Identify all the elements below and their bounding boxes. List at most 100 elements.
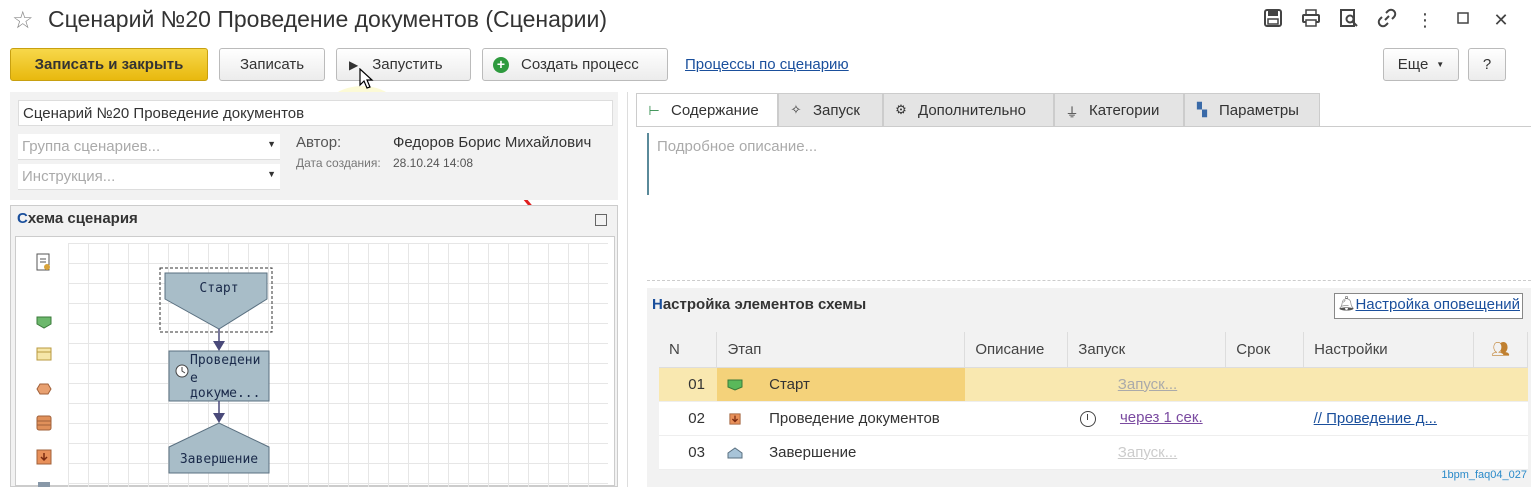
table-row[interactable]: 02 Проведение документов через 1 сек. //…	[659, 401, 1528, 436]
schema-elements-settings-panel: Настройка элементов схемы 🔔︎ Настройка о…	[647, 288, 1531, 487]
row-settings[interactable]	[1303, 435, 1474, 470]
save-button[interactable]: Записать	[219, 48, 325, 81]
row-launch[interactable]: Запуск...	[1067, 367, 1226, 402]
row-term[interactable]	[1225, 401, 1304, 436]
col-launch[interactable]: Запуск	[1067, 332, 1227, 368]
users-icon: 👥︎	[1490, 341, 1511, 359]
table-row[interactable]: 03 Завершение Запуск...	[659, 435, 1528, 470]
run-button-label: Запустить	[372, 56, 443, 73]
start-shape-icon[interactable]	[36, 315, 52, 329]
row-description[interactable]	[964, 367, 1068, 402]
row-participants[interactable]	[1473, 435, 1528, 470]
process-shape-icon	[729, 412, 741, 425]
notification-settings-button[interactable]: 🔔︎ Настройка оповещений	[1334, 293, 1523, 319]
table-header-row: N Этап Описание Запуск Срок Настройки 👥︎	[659, 332, 1528, 368]
favorite-star-icon[interactable]: ☆	[12, 6, 34, 35]
watermark: 1bpm_faq04_027	[1441, 469, 1527, 481]
more-menu-icon[interactable]: ⋮	[1413, 8, 1437, 32]
link-icon[interactable]	[1375, 8, 1399, 32]
run-button[interactable]: ▶ Запустить	[336, 48, 471, 81]
task-shape-icon[interactable]	[36, 347, 52, 361]
funnel-icon: ⏚	[1065, 105, 1079, 120]
schema-title-rest: хема сценария	[27, 210, 138, 227]
scenario-header-panel: Сценарий №20 Проведение документов Групп…	[10, 92, 618, 200]
schema-title-first-letter: С	[17, 210, 28, 227]
print-icon[interactable]	[1299, 8, 1323, 32]
blocks-icon: ▚	[1197, 102, 1207, 117]
col-description[interactable]: Описание	[964, 332, 1069, 368]
row-launch[interactable]: Запуск...	[1067, 435, 1226, 470]
row-settings[interactable]: // Проведение д...	[1303, 401, 1474, 436]
creation-date-value: 28.10.24 14:08	[393, 156, 474, 170]
create-process-button[interactable]: + Создать процесс	[482, 48, 668, 81]
tab-parameters[interactable]: ▚ Параметры	[1184, 93, 1320, 126]
col-n[interactable]: N	[659, 332, 718, 368]
row-participants[interactable]	[1473, 401, 1528, 436]
tab-underline	[636, 126, 1531, 127]
row-settings[interactable]	[1303, 367, 1474, 402]
settings-title-first-letter: Н	[652, 296, 663, 313]
chevron-down-icon: ▼	[1436, 60, 1445, 69]
command-bar: Записать и закрыть Записать ▶ Запустить …	[0, 46, 1533, 211]
row-number: 03	[659, 435, 717, 470]
wand-icon: ✧	[790, 102, 802, 117]
more-button[interactable]: Еще ▼	[1383, 48, 1459, 81]
save-and-close-button[interactable]: Записать и закрыть	[10, 48, 208, 81]
save-disk-icon[interactable]	[1261, 8, 1285, 32]
row-term[interactable]	[1225, 367, 1304, 402]
row-term[interactable]	[1225, 435, 1304, 470]
properties-icon[interactable]	[36, 253, 52, 273]
node-start-label[interactable]: Старт	[186, 281, 252, 296]
dropdown-arrow-icon[interactable]: ▼	[267, 139, 276, 149]
node-doc-label-line1[interactable]: Проведени	[190, 353, 266, 368]
node-end-label[interactable]: Завершение	[169, 452, 269, 467]
window-title: Сценарий №20 Проведение документов (Сцен…	[48, 6, 608, 32]
stack-shape-icon[interactable]	[36, 415, 52, 431]
schema-canvas[interactable]: Старт Проведени е докуме... Завершение	[15, 236, 615, 487]
close-icon[interactable]: ✕	[1489, 8, 1513, 32]
splitter[interactable]	[647, 280, 1531, 281]
row-launch-link[interactable]: Запуск...	[1118, 444, 1177, 461]
row-description[interactable]	[964, 401, 1068, 436]
row-description[interactable]	[964, 435, 1068, 470]
condition-shape-icon[interactable]	[36, 383, 52, 395]
tab-launch-label: Запуск	[813, 101, 860, 119]
scenario-name-field[interactable]: Сценарий №20 Проведение документов	[18, 100, 613, 126]
scenario-group-field[interactable]: Группа сценариев... ▼	[18, 134, 280, 160]
tab-additional[interactable]: ⚙ Дополнительно	[883, 93, 1054, 126]
row-participants[interactable]	[1473, 367, 1528, 402]
help-button[interactable]: ?	[1468, 48, 1506, 81]
processes-by-scenario-link[interactable]: Процессы по сценарию	[685, 56, 849, 73]
tab-content[interactable]: ⊢ Содержание	[636, 93, 778, 127]
detailed-description-field[interactable]: Подробное описание...	[647, 133, 1527, 195]
panel-divider[interactable]	[627, 92, 628, 487]
tab-launch[interactable]: ✧ Запуск	[778, 93, 883, 126]
mouse-cursor-icon	[359, 68, 374, 89]
more-shapes-icon[interactable]	[36, 481, 52, 487]
row-settings-link[interactable]: // Проведение д...	[1314, 410, 1437, 427]
maximize-icon[interactable]	[1451, 8, 1475, 32]
window-controls: ⋮ ✕	[1261, 8, 1513, 32]
col-settings[interactable]: Настройки	[1303, 332, 1475, 368]
row-launch[interactable]: через 1 сек.	[1067, 401, 1226, 436]
table-row[interactable]: 01 Старт Запуск...	[659, 367, 1528, 402]
tab-content-label: Содержание	[671, 102, 759, 119]
tab-categories[interactable]: ⏚ Категории	[1054, 93, 1184, 126]
process-shape-icon[interactable]	[36, 449, 52, 465]
col-stage[interactable]: Этап	[716, 332, 966, 368]
end-shape-icon	[727, 446, 743, 459]
dropdown-arrow-icon[interactable]: ▼	[267, 169, 276, 179]
expand-icon[interactable]	[595, 214, 607, 226]
row-stage: Старт	[716, 367, 965, 402]
instruction-field[interactable]: Инструкция... ▼	[18, 164, 280, 190]
row-launch-link[interactable]: Запуск...	[1118, 376, 1177, 393]
schema-grid[interactable]: Старт Проведени е докуме... Завершение	[68, 243, 608, 487]
preview-icon[interactable]	[1337, 8, 1361, 32]
notification-settings-label: Настройка оповещений	[1355, 296, 1520, 313]
row-stage-label: Проведение документов	[769, 409, 940, 427]
node-doc-label-line2[interactable]: е докуме...	[190, 371, 266, 401]
tree-icon: ⊢	[648, 102, 660, 118]
row-launch-link[interactable]: через 1 сек.	[1120, 409, 1203, 426]
col-participants[interactable]: 👥︎	[1473, 332, 1528, 368]
col-term[interactable]: Срок	[1225, 332, 1305, 368]
